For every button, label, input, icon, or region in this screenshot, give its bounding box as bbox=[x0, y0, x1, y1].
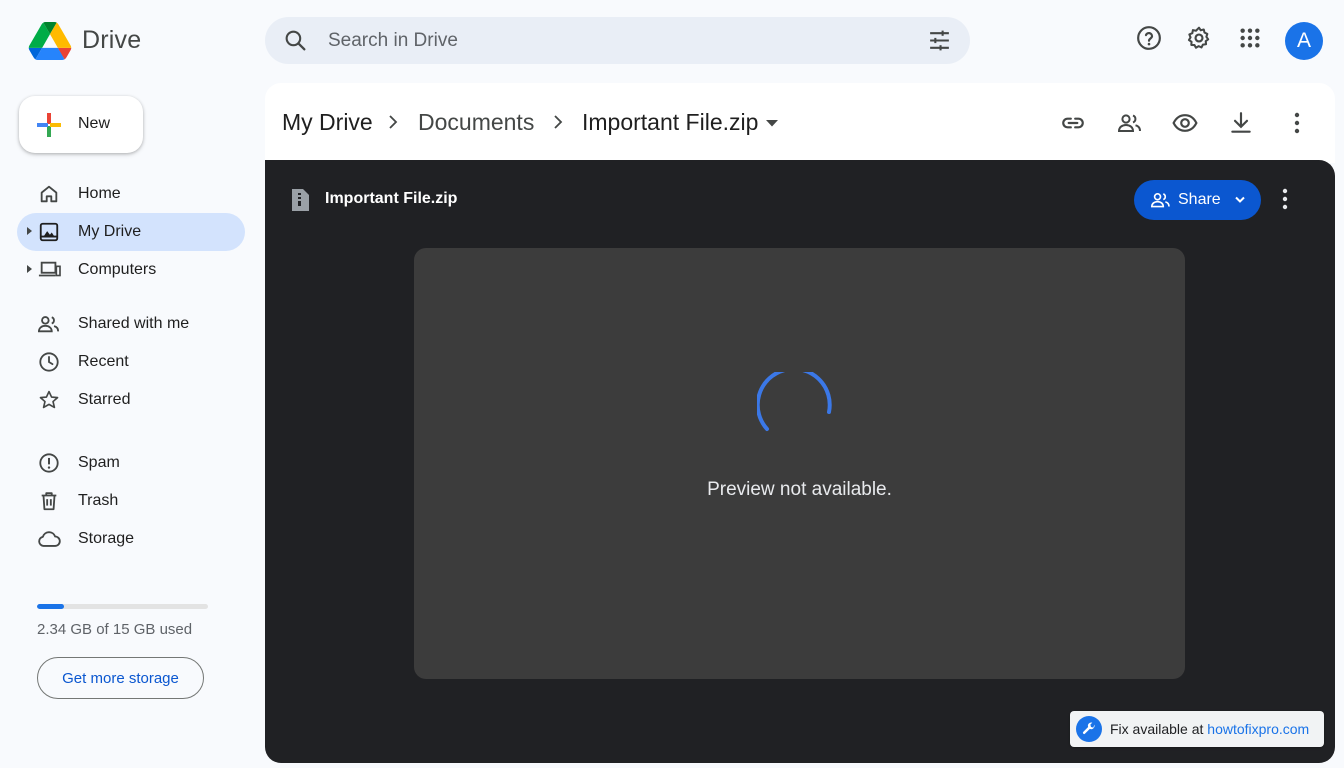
breadcrumb-documents[interactable]: Documents bbox=[418, 109, 534, 136]
share-button[interactable]: Share bbox=[1134, 180, 1261, 220]
sidebar-item-my-drive[interactable]: My Drive bbox=[17, 213, 245, 251]
file-preview-panel: Important File.zip Share Preview not ava… bbox=[265, 160, 1335, 763]
search-bar[interactable] bbox=[265, 17, 970, 64]
preview-stage: Preview not available. bbox=[414, 248, 1185, 679]
help-icon[interactable] bbox=[1135, 24, 1163, 52]
more-vert-icon[interactable] bbox=[1283, 109, 1311, 137]
chevron-down-icon[interactable] bbox=[1234, 195, 1246, 205]
trash-icon bbox=[37, 490, 61, 512]
fix-available-link[interactable]: howtofixpro.com bbox=[1207, 721, 1309, 737]
drive-logo-icon bbox=[28, 22, 72, 60]
account-avatar[interactable]: A bbox=[1285, 22, 1323, 60]
fix-available-prefix: Fix available at bbox=[1110, 721, 1208, 737]
file-header: My Drive Documents Important File.zip bbox=[265, 83, 1335, 163]
zip-file-icon bbox=[292, 189, 309, 211]
sidebar-item-label: Trash bbox=[78, 492, 119, 509]
storage-usage-bar bbox=[37, 604, 208, 609]
sidebar-item-label: Starred bbox=[78, 391, 131, 408]
preview-eye-icon[interactable] bbox=[1171, 109, 1199, 137]
settings-gear-icon[interactable] bbox=[1185, 24, 1213, 52]
new-button-label: New bbox=[78, 115, 111, 132]
manage-access-icon[interactable] bbox=[1115, 109, 1143, 137]
chevron-right-icon bbox=[554, 115, 563, 129]
breadcrumb-current-file[interactable]: Important File.zip bbox=[582, 109, 758, 136]
expand-caret-icon[interactable] bbox=[27, 265, 32, 273]
preview-unavailable-message: Preview not available. bbox=[707, 479, 892, 500]
search-input[interactable] bbox=[328, 25, 908, 56]
sidebar-item-spam[interactable]: Spam bbox=[17, 444, 245, 482]
dropdown-arrow-icon[interactable] bbox=[765, 118, 779, 128]
star-icon bbox=[37, 389, 61, 411]
sidebar-item-label: Recent bbox=[78, 353, 129, 370]
chevron-right-icon bbox=[389, 115, 398, 129]
preview-file-name: Important File.zip bbox=[325, 190, 458, 207]
share-button-label: Share bbox=[1178, 191, 1221, 208]
sidebar-item-storage[interactable]: Storage bbox=[17, 520, 245, 558]
download-icon[interactable] bbox=[1227, 109, 1255, 137]
fix-available-badge[interactable]: Fix available at howtofixpro.com bbox=[1070, 711, 1324, 747]
brand-name: Drive bbox=[82, 26, 142, 54]
home-icon bbox=[37, 183, 61, 205]
sidebar-item-label: Shared with me bbox=[78, 315, 190, 332]
storage-usage-fill bbox=[37, 604, 64, 609]
my-drive-icon bbox=[37, 221, 61, 243]
breadcrumb-my-drive[interactable]: My Drive bbox=[282, 109, 373, 136]
wrench-icon bbox=[1076, 716, 1102, 742]
more-vert-icon[interactable] bbox=[1281, 188, 1289, 210]
sidebar-item-label: My Drive bbox=[78, 223, 142, 240]
get-more-storage-button[interactable]: Get more storage bbox=[37, 657, 204, 699]
search-options-icon[interactable] bbox=[927, 28, 952, 53]
sidebar-item-starred[interactable]: Starred bbox=[17, 381, 245, 419]
storage-usage-text: 2.34 GB of 15 GB used bbox=[37, 621, 193, 638]
sidebar-item-computers[interactable]: Computers bbox=[17, 251, 245, 289]
sidebar-item-label: Home bbox=[78, 185, 121, 202]
sidebar-item-recent[interactable]: Recent bbox=[17, 343, 245, 381]
sidebar-item-label: Spam bbox=[78, 454, 120, 471]
sidebar-item-label: Computers bbox=[78, 261, 157, 278]
copy-link-icon[interactable] bbox=[1059, 109, 1087, 137]
computers-icon bbox=[37, 259, 61, 281]
fix-available-text: Fix available at howtofixpro.com bbox=[1110, 721, 1309, 737]
plus-icon bbox=[37, 113, 61, 137]
new-button[interactable]: New bbox=[19, 96, 143, 153]
sidebar-item-label: Storage bbox=[78, 530, 135, 547]
apps-grid-icon[interactable] bbox=[1236, 24, 1264, 52]
loading-spinner-icon bbox=[757, 372, 832, 431]
cloud-icon bbox=[37, 528, 61, 550]
shared-icon bbox=[37, 313, 61, 335]
recent-icon bbox=[37, 351, 61, 373]
spam-icon bbox=[37, 452, 61, 474]
sidebar-item-shared-with-me[interactable]: Shared with me bbox=[17, 305, 245, 343]
sidebar-item-home[interactable]: Home bbox=[17, 175, 245, 213]
share-people-icon bbox=[1150, 192, 1170, 208]
search-icon[interactable] bbox=[283, 28, 308, 53]
expand-caret-icon[interactable] bbox=[27, 227, 32, 235]
sidebar-item-trash[interactable]: Trash bbox=[17, 482, 245, 520]
